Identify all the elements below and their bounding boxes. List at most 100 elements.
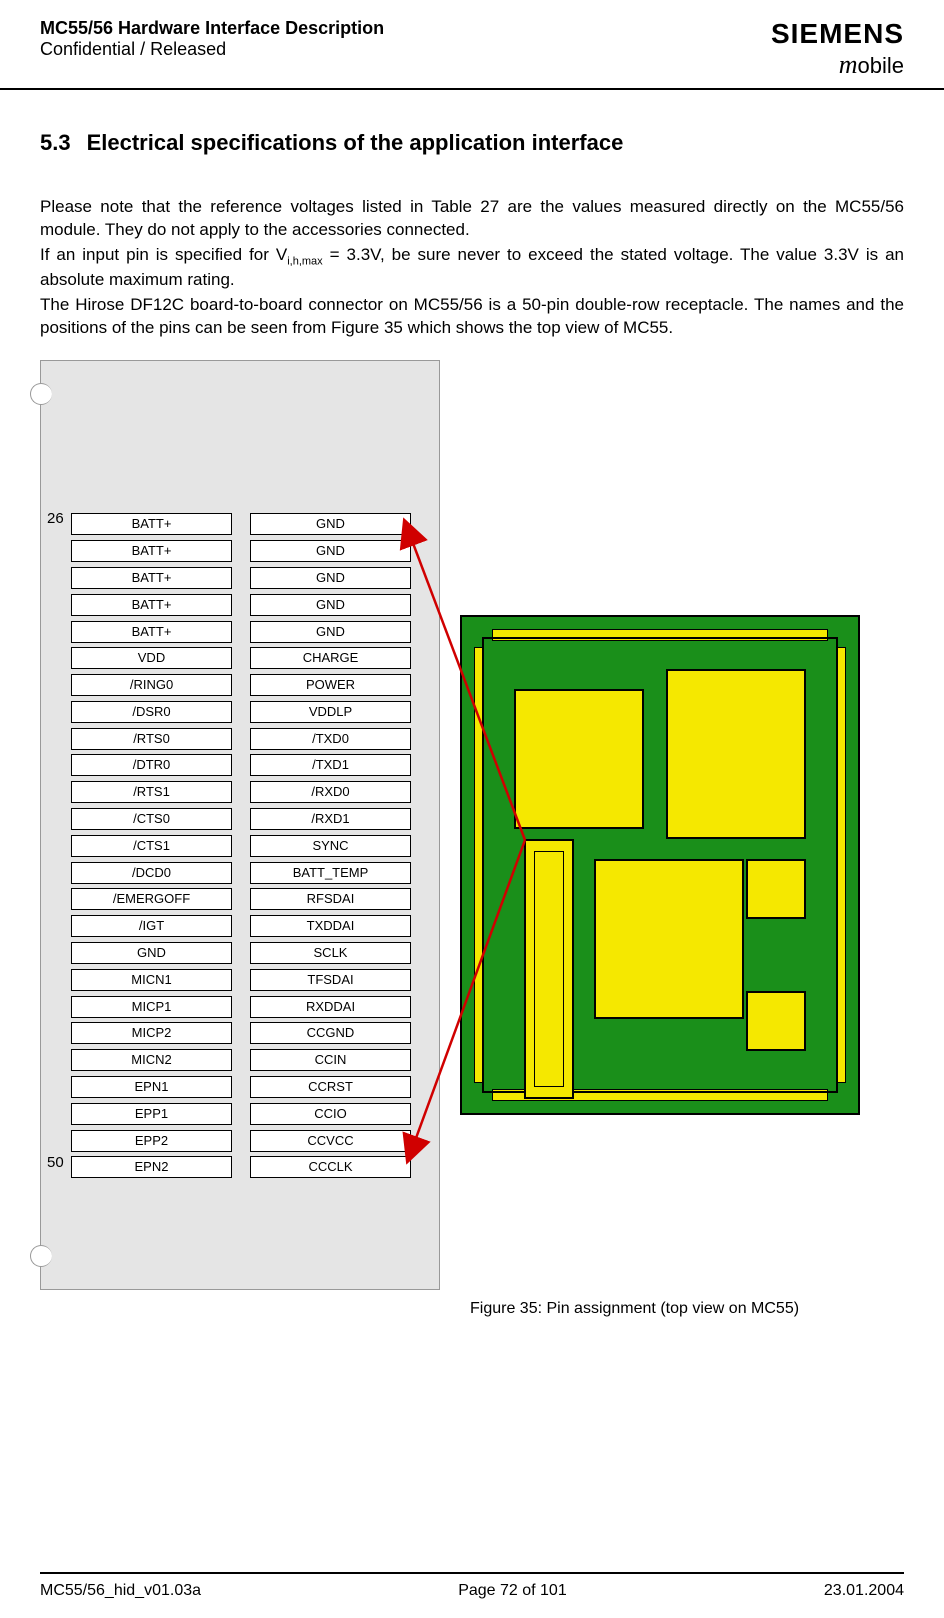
figure-caption: Figure 35: Pin assignment (top view on M… bbox=[470, 1300, 799, 1318]
pin-number-26: 26 bbox=[47, 510, 64, 527]
module-outline: 26 25 50 1 BATT+GNDBATT+GNDBATT+GNDBATT+… bbox=[40, 360, 440, 1290]
pin-row: /DSR0 VDDLP bbox=[71, 699, 411, 726]
pin-number-50: 50 bbox=[47, 1154, 64, 1171]
pcb-chip-5 bbox=[746, 859, 806, 919]
pin-row: GND SCLK bbox=[71, 940, 411, 967]
pin-row: EPN2CCCLK bbox=[71, 1154, 411, 1181]
pcb-chip-4 bbox=[746, 991, 806, 1051]
pin-row: EPP2 CCVCC bbox=[71, 1127, 411, 1154]
pin-cell-right: CCGND bbox=[250, 1022, 411, 1044]
section-title: 5.3 Electrical specifications of the appl… bbox=[40, 130, 904, 156]
pcb-board bbox=[460, 615, 860, 1115]
pin-cell-right: VDDLP bbox=[250, 701, 411, 723]
footer-left: MC55/56_hid_v01.03a bbox=[40, 1582, 201, 1600]
pin-cell-left: /CTS0 bbox=[71, 808, 232, 830]
pin-cell-right: CHARGE bbox=[250, 647, 411, 669]
header-right: SIEMENS mobile bbox=[771, 18, 904, 80]
brand-subtitle: mobile bbox=[771, 50, 904, 80]
pin-row: BATT+ GND bbox=[71, 538, 411, 565]
paragraph-2: If an input pin is specified for Vi,h,ma… bbox=[40, 244, 904, 292]
paragraph-1: Please note that the reference voltages … bbox=[40, 196, 904, 242]
pcb-connector bbox=[524, 839, 574, 1099]
pin-cell-left: BATT+ bbox=[71, 621, 232, 643]
pin-row: /CTS0/RXD1 bbox=[71, 806, 411, 833]
pin-cell-right: GND bbox=[250, 594, 411, 616]
pin-cell-right: /RXD0 bbox=[250, 781, 411, 803]
section-heading: Electrical specifications of the applica… bbox=[87, 130, 624, 155]
pcb-chip-3 bbox=[594, 859, 744, 1019]
pin-row: /RING0POWER bbox=[71, 672, 411, 699]
pin-row: BATT+ GND bbox=[71, 591, 411, 618]
pin-cell-left: VDD bbox=[71, 647, 232, 669]
pin-row: /DCD0 BATT_TEMP bbox=[71, 859, 411, 886]
pin-row: EPN1CCRST bbox=[71, 1074, 411, 1101]
page-footer: MC55/56_hid_v01.03a Page 72 of 101 23.01… bbox=[40, 1572, 904, 1600]
pin-cell-right: CCVCC bbox=[250, 1130, 411, 1152]
pin-row: /CTS1 SYNC bbox=[71, 832, 411, 859]
pin-row: VDD CHARGE bbox=[71, 645, 411, 672]
pin-row: MICP1RXDDAI bbox=[71, 993, 411, 1020]
pin-cell-left: BATT+ bbox=[71, 513, 232, 535]
brand-logo: SIEMENS bbox=[771, 18, 904, 50]
pin-cell-right: CCIN bbox=[250, 1049, 411, 1071]
paragraph-3: The Hirose DF12C board-to-board connecto… bbox=[40, 294, 904, 340]
pin-cell-right: TXDDAI bbox=[250, 915, 411, 937]
pin-cell-left: /DTR0 bbox=[71, 754, 232, 776]
pin-cell-left: /RTS0 bbox=[71, 728, 232, 750]
pin-row: /EMERGOFF RFSDAI bbox=[71, 886, 411, 913]
pin-cell-left: BATT+ bbox=[71, 567, 232, 589]
pin-cell-left: /IGT bbox=[71, 915, 232, 937]
pin-cell-left: MICP2 bbox=[71, 1022, 232, 1044]
pcb-connector-inner bbox=[534, 851, 564, 1087]
pin-cell-left: GND bbox=[71, 942, 232, 964]
p2-part-a: If an input pin is specified for V bbox=[40, 245, 287, 264]
pin-row: MICP2 CCGND bbox=[71, 1020, 411, 1047]
pcb-chip-1 bbox=[514, 689, 644, 829]
pin-cell-right: /TXD1 bbox=[250, 754, 411, 776]
pin-cell-left: EPP2 bbox=[71, 1130, 232, 1152]
mobile-m: m bbox=[839, 50, 858, 79]
pin-cell-left: /DCD0 bbox=[71, 862, 232, 884]
pin-cell-left: /DSR0 bbox=[71, 701, 232, 723]
section-number: 5.3 bbox=[40, 130, 71, 155]
pin-row: /RTS0/TXD0 bbox=[71, 725, 411, 752]
diagram-area: 26 25 50 1 BATT+GNDBATT+GNDBATT+GNDBATT+… bbox=[40, 360, 904, 1340]
content-area: 5.3 Electrical specifications of the appl… bbox=[0, 90, 944, 1340]
pin-cell-left: MICN1 bbox=[71, 969, 232, 991]
pin-cell-right: GND bbox=[250, 513, 411, 535]
pcb-inner bbox=[482, 637, 838, 1093]
pin-cell-left: /EMERGOFF bbox=[71, 888, 232, 910]
pin-row: /RTS1/RXD0 bbox=[71, 779, 411, 806]
pin-cell-right: GND bbox=[250, 567, 411, 589]
pin-row: BATT+ GND bbox=[71, 565, 411, 592]
pin-cell-right: CCCLK bbox=[250, 1156, 411, 1178]
pin-cell-right: POWER bbox=[250, 674, 411, 696]
pin-cell-left: /CTS1 bbox=[71, 835, 232, 857]
pin-cell-right: TFSDAI bbox=[250, 969, 411, 991]
mobile-rest: obile bbox=[858, 53, 904, 78]
notch-top-left bbox=[30, 383, 52, 405]
pin-cell-right: SCLK bbox=[250, 942, 411, 964]
pin-cell-right: RFSDAI bbox=[250, 888, 411, 910]
p2-subscript: i,h,max bbox=[287, 255, 322, 267]
pin-cell-right: GND bbox=[250, 540, 411, 562]
footer-center: Page 72 of 101 bbox=[458, 1582, 567, 1600]
header-left: MC55/56 Hardware Interface Description C… bbox=[40, 18, 384, 60]
doc-confidentiality: Confidential / Released bbox=[40, 39, 384, 60]
pin-cell-left: /RTS1 bbox=[71, 781, 232, 803]
pin-cell-right: BATT_TEMP bbox=[250, 862, 411, 884]
pin-cell-right: SYNC bbox=[250, 835, 411, 857]
pin-cell-left: MICP1 bbox=[71, 996, 232, 1018]
pin-cell-right: /TXD0 bbox=[250, 728, 411, 750]
pin-row: MICN1 TFSDAI bbox=[71, 966, 411, 993]
doc-title: MC55/56 Hardware Interface Description bbox=[40, 18, 384, 39]
pin-cell-right: /RXD1 bbox=[250, 808, 411, 830]
pin-cell-left: BATT+ bbox=[71, 594, 232, 616]
pcb-chip-2 bbox=[666, 669, 806, 839]
pin-cell-left: EPN1 bbox=[71, 1076, 232, 1098]
pin-cell-right: CCIO bbox=[250, 1103, 411, 1125]
pin-cell-left: BATT+ bbox=[71, 540, 232, 562]
pin-row: EPP1CCIO bbox=[71, 1100, 411, 1127]
pin-table: BATT+ GND BATT+ GND BATT+ GND BATT+ GND BATT+ GND… bbox=[71, 511, 411, 1181]
pin-row: BATT+ GND bbox=[71, 511, 411, 538]
